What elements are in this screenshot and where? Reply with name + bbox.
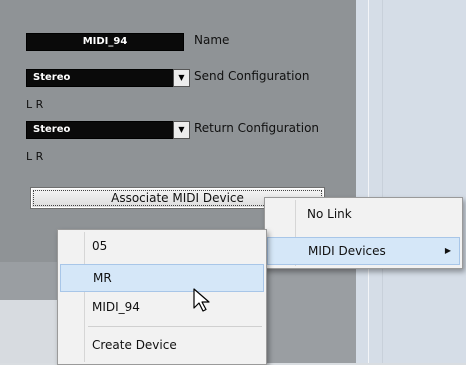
send-configuration-value: Stereo: [33, 72, 71, 83]
return-configuration-select[interactable]: Stereo ▼: [26, 121, 190, 139]
mouse-pointer-icon: [193, 288, 210, 312]
menu-item-label: MIDI_94: [92, 300, 140, 314]
menu-item-midi-94[interactable]: MIDI_94: [58, 294, 266, 320]
menu-item-create-device[interactable]: Create Device: [58, 332, 266, 358]
midi-devices-submenu: 05 MR MIDI_94 Create Device: [57, 229, 267, 365]
chevron-right-icon: ▶: [444, 246, 451, 255]
menu-item-midi-devices[interactable]: MIDI Devices ▶: [267, 237, 460, 265]
send-configuration-label: Send Configuration: [194, 69, 310, 83]
menu-item-05[interactable]: 05: [58, 233, 266, 259]
menu-item-label: 05: [92, 239, 108, 253]
send-channels: L R: [26, 98, 44, 111]
menu-item-mr[interactable]: MR: [60, 264, 264, 292]
menu-item-label: MR: [93, 271, 112, 285]
send-configuration-select[interactable]: Stereo ▼: [26, 69, 190, 87]
chevron-down-icon[interactable]: ▼: [173, 69, 190, 87]
link-menu: No Link MIDI Devices ▶: [264, 197, 463, 269]
menu-separator: [88, 326, 262, 327]
divider: [382, 0, 383, 363]
divider: [368, 0, 369, 363]
menu-item-label: Create Device: [92, 338, 177, 352]
return-channels: L R: [26, 150, 44, 163]
return-configuration-value: Stereo: [33, 124, 71, 135]
name-label: Name: [194, 33, 230, 47]
name-value: MIDI_94: [82, 36, 128, 47]
menu-item-no-link[interactable]: No Link: [265, 201, 462, 227]
menu-item-label: No Link: [307, 207, 352, 221]
return-configuration-label: Return Configuration: [194, 121, 320, 135]
right-workspace: [356, 0, 466, 363]
menu-item-label: MIDI Devices: [308, 244, 386, 258]
associate-midi-device-label: Associate MIDI Device: [111, 191, 244, 205]
chevron-down-icon[interactable]: ▼: [173, 121, 190, 139]
name-field[interactable]: MIDI_94: [26, 33, 184, 51]
